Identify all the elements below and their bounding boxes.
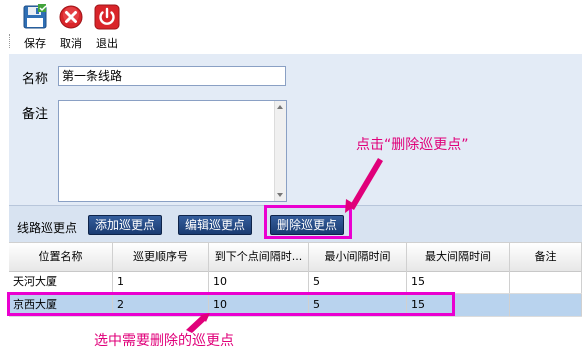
arrow-to-selected-row <box>186 316 206 333</box>
arrow-to-delete-button <box>349 158 383 210</box>
annotation-arrows <box>186 158 383 333</box>
